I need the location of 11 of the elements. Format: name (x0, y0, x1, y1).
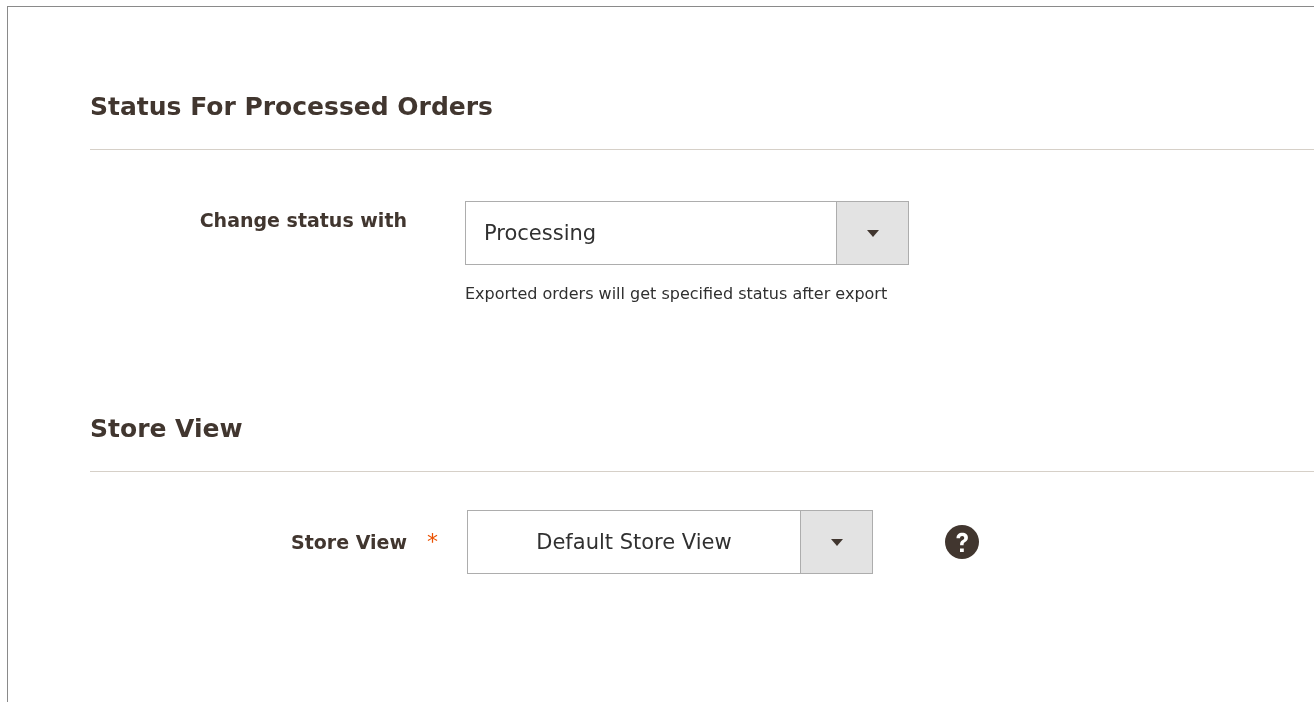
caret-icon (830, 538, 843, 546)
select-dropdown[interactable]: Default Store View (467, 510, 873, 574)
help-icon[interactable] (945, 525, 979, 559)
required-mark: * (427, 528, 438, 556)
select-dropdown[interactable]: Processing (465, 201, 909, 265)
field-label: Store View (291, 531, 407, 553)
field-note: Exported orders will get specified status after export (465, 283, 889, 305)
caret-icon (866, 229, 879, 237)
section-heading: Store View (90, 413, 244, 445)
field-label: Change status with (199, 209, 407, 231)
section-heading: Status For Processed Orders (90, 91, 494, 123)
